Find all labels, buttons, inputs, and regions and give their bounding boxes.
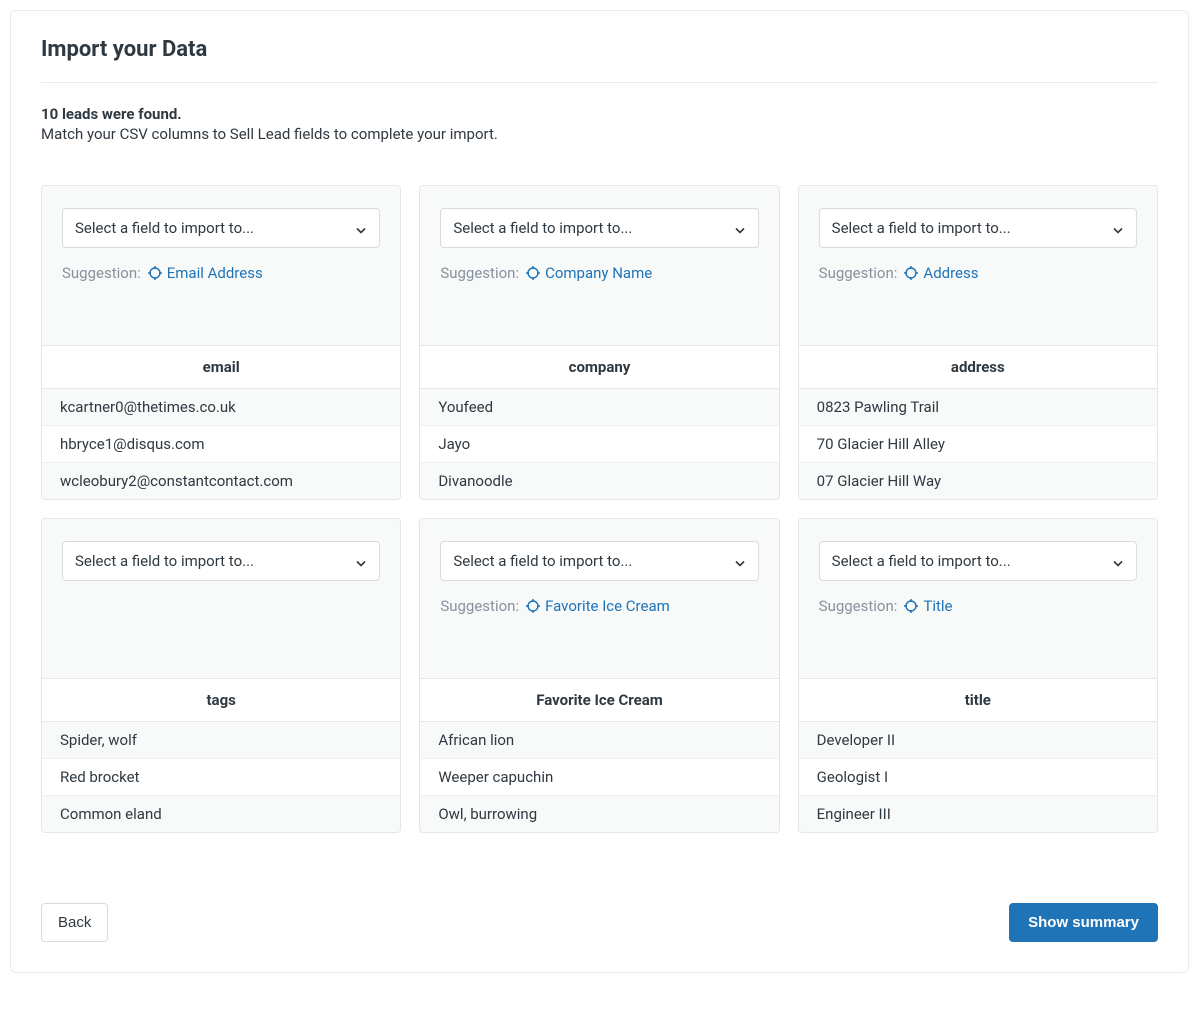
suggestion-row: Suggestion: Favorite Ice Cream [440, 597, 758, 615]
target-icon [525, 598, 541, 614]
source-column-name: company [420, 346, 778, 389]
field-select-wrapper: Select a field to import to... [819, 208, 1137, 248]
preview-cell: Engineer III [799, 796, 1157, 832]
help-text: Match your CSV columns to Sell Lead fiel… [41, 125, 1158, 143]
show-summary-button[interactable]: Show summary [1009, 903, 1158, 942]
field-select-wrapper: Select a field to import to... [440, 208, 758, 248]
field-select[interactable]: Select a field to import to... [62, 208, 380, 248]
target-icon [903, 598, 919, 614]
suggestion-text: Favorite Ice Cream [545, 597, 670, 615]
suggestion-link[interactable]: Title [903, 597, 952, 615]
preview-rows: kcartner0@thetimes.co.ukhbryce1@disqus.c… [42, 389, 400, 499]
column-card: Select a field to import to... Suggestion… [798, 518, 1158, 833]
preview-rows: Developer IIGeologist IEngineer III [799, 722, 1157, 832]
target-icon [147, 265, 163, 281]
preview-rows: Spider, wolfRed brocketCommon eland [42, 722, 400, 832]
columns-grid: Select a field to import to... Suggestion… [41, 185, 1158, 833]
preview-cell: 0823 Pawling Trail [799, 389, 1157, 426]
suggestion-link[interactable]: Email Address [147, 264, 263, 282]
preview-cell: hbryce1@disqus.com [42, 426, 400, 463]
source-column-name: Favorite Ice Cream [420, 679, 778, 722]
column-mapping-header: Select a field to import to... Suggestion… [420, 186, 778, 346]
preview-cell: 70 Glacier Hill Alley [799, 426, 1157, 463]
source-column-name: title [799, 679, 1157, 722]
source-column-name: tags [42, 679, 400, 722]
field-select[interactable]: Select a field to import to... [440, 541, 758, 581]
suggestion-text: Company Name [545, 264, 652, 282]
suggestion-label: Suggestion: [819, 597, 898, 615]
suggestion-link[interactable]: Favorite Ice Cream [525, 597, 670, 615]
suggestion-text: Email Address [167, 264, 263, 282]
target-icon [903, 265, 919, 281]
suggestion-text: Address [923, 264, 978, 282]
column-mapping-header: Select a field to import to... Suggestion… [420, 519, 778, 679]
divider [41, 82, 1158, 83]
preview-cell: Jayo [420, 426, 778, 463]
column-mapping-header: Select a field to import to... Suggestion… [42, 186, 400, 346]
field-select-wrapper: Select a field to import to... [440, 541, 758, 581]
suggestion-label: Suggestion: [440, 597, 519, 615]
column-card: Select a field to import to... Suggestion… [419, 185, 779, 500]
column-card: Select a field to import to... Suggestion… [419, 518, 779, 833]
field-select[interactable]: Select a field to import to... [819, 541, 1137, 581]
preview-cell: Geologist I [799, 759, 1157, 796]
suggestion-link[interactable]: Address [903, 264, 978, 282]
suggestion-row: Suggestion: Title [819, 597, 1137, 615]
suggestion-link[interactable]: Company Name [525, 264, 652, 282]
preview-cell: wcleobury2@constantcontact.com [42, 463, 400, 499]
suggestion-label: Suggestion: [440, 264, 519, 282]
preview-cell: Owl, burrowing [420, 796, 778, 832]
preview-cell: Red brocket [42, 759, 400, 796]
target-icon [525, 265, 541, 281]
field-select-wrapper: Select a field to import to... [819, 541, 1137, 581]
source-column-name: address [799, 346, 1157, 389]
suggestion-label: Suggestion: [819, 264, 898, 282]
column-card: Select a field to import to... Suggestion… [798, 185, 1158, 500]
column-mapping-header: Select a field to import to... [42, 519, 400, 679]
suggestion-row: Suggestion: Email Address [62, 264, 380, 282]
import-panel: Import your Data 10 leads were found. Ma… [10, 10, 1189, 973]
preview-cell: 07 Glacier Hill Way [799, 463, 1157, 499]
column-mapping-header: Select a field to import to... Suggestion… [799, 519, 1157, 679]
status-text: 10 leads were found. [41, 105, 1158, 123]
preview-cell: Weeper capuchin [420, 759, 778, 796]
column-card: Select a field to import to... tagsSpider… [41, 518, 401, 833]
preview-cell: Common eland [42, 796, 400, 832]
preview-rows: African lionWeeper capuchinOwl, burrowin… [420, 722, 778, 832]
suggestion-text: Title [923, 597, 952, 615]
column-card: Select a field to import to... Suggestion… [41, 185, 401, 500]
preview-cell: kcartner0@thetimes.co.uk [42, 389, 400, 426]
preview-rows: YoufeedJayoDivanoodle [420, 389, 778, 499]
field-select[interactable]: Select a field to import to... [440, 208, 758, 248]
field-select[interactable]: Select a field to import to... [819, 208, 1137, 248]
column-mapping-header: Select a field to import to... Suggestion… [799, 186, 1157, 346]
field-select-wrapper: Select a field to import to... [62, 541, 380, 581]
footer: Back Show summary [41, 903, 1158, 942]
back-button[interactable]: Back [41, 903, 108, 942]
preview-cell: Spider, wolf [42, 722, 400, 759]
field-select-wrapper: Select a field to import to... [62, 208, 380, 248]
field-select[interactable]: Select a field to import to... [62, 541, 380, 581]
preview-rows: 0823 Pawling Trail70 Glacier Hill Alley0… [799, 389, 1157, 499]
preview-cell: Youfeed [420, 389, 778, 426]
suggestion-row: Suggestion: Company Name [440, 264, 758, 282]
page-title: Import your Data [41, 37, 1158, 82]
preview-cell: African lion [420, 722, 778, 759]
preview-cell: Developer II [799, 722, 1157, 759]
suggestion-label: Suggestion: [62, 264, 141, 282]
suggestion-row: Suggestion: Address [819, 264, 1137, 282]
preview-cell: Divanoodle [420, 463, 778, 499]
source-column-name: email [42, 346, 400, 389]
